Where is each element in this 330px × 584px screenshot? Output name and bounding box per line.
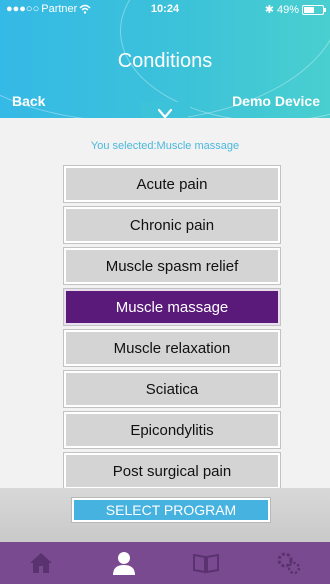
tab-home[interactable] [21,548,61,578]
select-program-button[interactable]: SELECT PROGRAM [72,498,270,522]
condition-item[interactable]: Chronic pain [64,207,280,243]
battery-icon [302,4,326,15]
condition-item[interactable]: Muscle relaxation [64,330,280,366]
tab-settings[interactable] [269,548,309,578]
selection-text: You selected:Muscle massage [90,140,240,152]
conditions-list: Acute pain Chronic pain Muscle spasm rel… [64,166,280,494]
settings-icon [277,552,300,575]
condition-item[interactable]: Sciatica [64,371,280,407]
back-button[interactable]: Back [12,93,45,109]
device-button[interactable]: Demo Device [232,93,320,109]
tab-user[interactable] [104,548,144,578]
home-icon [30,553,53,573]
battery-indicator: ✱ 49% [264,3,326,16]
book-icon [193,553,220,574]
header: ●●●○○ Partner 10:24 ✱ 49% Conditions Bac… [0,0,330,118]
conditions-panel: You selected:Muscle massage Acute pain C… [0,118,330,489]
user-icon [112,552,135,575]
bluetooth-icon: ✱ [264,4,274,16]
condition-item[interactable]: Post surgical pain [64,453,280,489]
condition-item[interactable]: Acute pain [64,166,280,202]
tab-book[interactable] [186,548,226,578]
footer: SELECT PROGRAM [0,488,330,542]
battery-percent: 49% [276,3,299,16]
condition-item[interactable]: Muscle spasm relief [64,248,280,284]
tab-bar [0,542,330,584]
status-bar: ●●●○○ Partner 10:24 ✱ 49% [0,0,330,18]
condition-item-selected[interactable]: Muscle massage [64,289,280,325]
page-title: Conditions [117,50,213,72]
condition-item[interactable]: Epicondylitis [64,412,280,448]
